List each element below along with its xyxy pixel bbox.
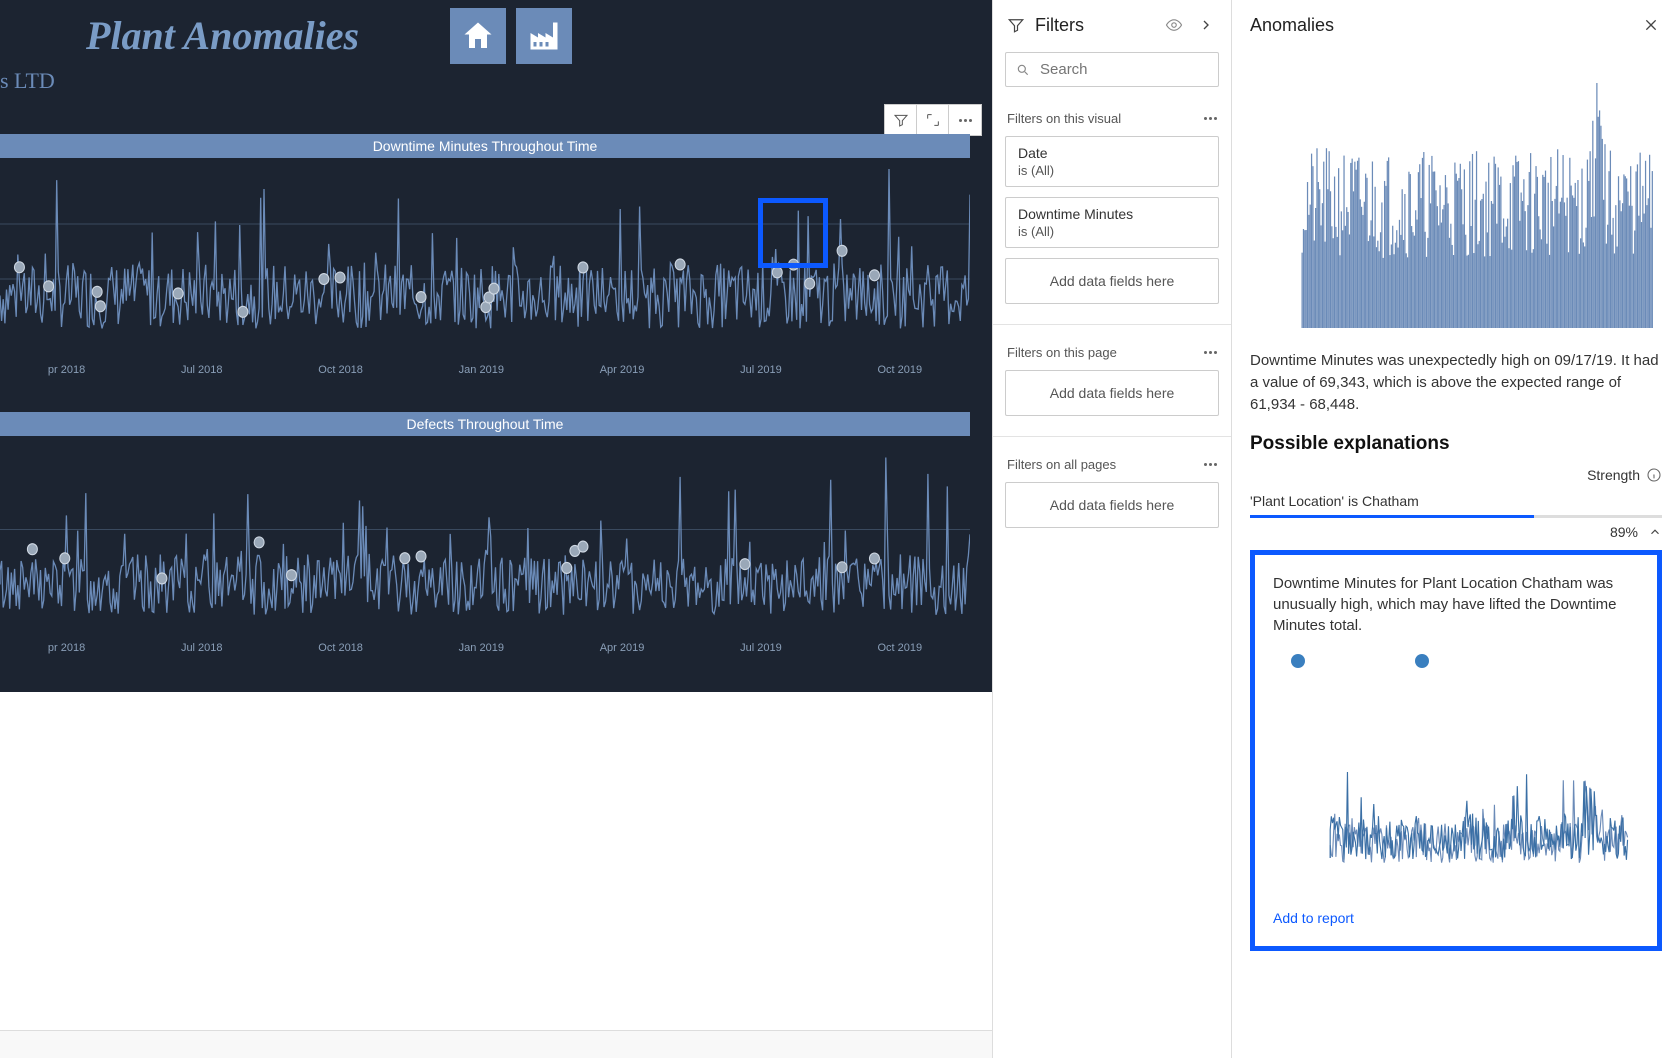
funnel-icon xyxy=(1007,16,1025,34)
downtime-chart[interactable]: Downtime Minutes Throughout Time pr 2018… xyxy=(0,134,970,384)
explanation-detail: Downtime Minutes for Plant Location Chat… xyxy=(1273,573,1639,636)
filter-field-name: Downtime Minutes xyxy=(1018,206,1206,222)
filter-dropzone-page[interactable]: Add data fields here xyxy=(1005,370,1219,416)
filter-dropzone-visual[interactable]: Add data fields here xyxy=(1005,258,1219,304)
possible-explanations-header: Possible explanations xyxy=(1250,433,1662,455)
report-canvas: Plant Anomalies s LTD xyxy=(0,0,992,1058)
explanation-card: Downtime Minutes for Plant Location Chat… xyxy=(1250,550,1662,951)
more-options-button[interactable] xyxy=(949,105,981,135)
filter-card-downtime[interactable]: Downtime Minutes is (All) xyxy=(1005,197,1219,248)
show-filters-button[interactable] xyxy=(1163,14,1185,36)
collapse-filters-button[interactable] xyxy=(1195,14,1217,36)
legend-dots xyxy=(1273,654,1639,668)
section-more-button[interactable] xyxy=(1204,351,1217,354)
filters-pane: Filters Filters on this visual Date is (… xyxy=(992,0,1232,1058)
anomaly-minimap[interactable] xyxy=(1250,48,1662,338)
section-header: Filters on this page xyxy=(1007,345,1117,360)
legend-dot xyxy=(1415,654,1429,668)
section-more-button[interactable] xyxy=(1204,117,1217,120)
home-button[interactable] xyxy=(450,8,506,64)
eye-icon xyxy=(1165,16,1183,34)
factory-icon xyxy=(526,18,562,54)
page-tabs[interactable] xyxy=(0,1030,992,1058)
filter-field-value: is (All) xyxy=(1018,224,1206,239)
visual-toolbar xyxy=(884,104,982,136)
strength-percent: 89% xyxy=(1610,524,1638,540)
explanation-label: 'Plant Location' is Chatham xyxy=(1250,493,1662,509)
x-axis-labels: pr 2018 Jul 2018 Oct 2018 Jan 2019 Apr 2… xyxy=(0,642,970,654)
close-icon xyxy=(1643,17,1659,33)
minimap-series xyxy=(1250,48,1662,338)
chevron-up-icon[interactable] xyxy=(1648,525,1662,539)
chevron-right-icon xyxy=(1198,17,1214,33)
explanation-chart[interactable] xyxy=(1273,678,1639,898)
focus-mode-button[interactable] xyxy=(917,105,949,135)
add-to-report-link[interactable]: Add to report xyxy=(1273,910,1354,926)
filter-dropzone-all[interactable]: Add data fields here xyxy=(1005,482,1219,528)
home-icon xyxy=(460,18,496,54)
ellipsis-icon xyxy=(959,119,972,122)
strength-label: Strength xyxy=(1587,467,1640,483)
filter-field-value: is (All) xyxy=(1018,163,1206,178)
section-header: Filters on this visual xyxy=(1007,111,1121,126)
anomalies-title: Anomalies xyxy=(1250,15,1334,36)
anomalies-pane: Anomalies Downtime Minutes was unexpecte… xyxy=(1232,0,1680,1058)
explanation-series xyxy=(1273,678,1639,898)
defects-series xyxy=(0,436,970,656)
section-more-button[interactable] xyxy=(1204,463,1217,466)
chart-title: Downtime Minutes Throughout Time xyxy=(0,134,970,158)
page-subtitle: s LTD xyxy=(0,68,55,94)
downtime-series xyxy=(0,158,970,378)
filter-field-name: Date xyxy=(1018,145,1206,161)
x-axis-labels: pr 2018 Jul 2018 Oct 2018 Jan 2019 Apr 2… xyxy=(0,364,970,376)
filters-title: Filters xyxy=(1035,15,1153,36)
search-icon xyxy=(1016,62,1030,78)
anomaly-description: Downtime Minutes was unexpectedly high o… xyxy=(1250,350,1662,415)
funnel-icon xyxy=(893,112,909,128)
defects-chart[interactable]: Defects Throughout Time pr 2018 Jul 2018… xyxy=(0,412,970,662)
chart-title: Defects Throughout Time xyxy=(0,412,970,436)
strength-bar xyxy=(1250,515,1662,518)
info-icon[interactable] xyxy=(1646,467,1662,483)
filter-visual-button[interactable] xyxy=(885,105,917,135)
filter-search[interactable] xyxy=(1005,52,1219,87)
section-header: Filters on all pages xyxy=(1007,457,1116,472)
factory-button[interactable] xyxy=(516,8,572,64)
legend-dot xyxy=(1291,654,1305,668)
close-anomalies-button[interactable] xyxy=(1640,14,1662,36)
filter-search-input[interactable] xyxy=(1040,61,1208,78)
filter-card-date[interactable]: Date is (All) xyxy=(1005,136,1219,187)
focus-icon xyxy=(925,112,941,128)
page-title: Plant Anomalies xyxy=(86,12,359,59)
